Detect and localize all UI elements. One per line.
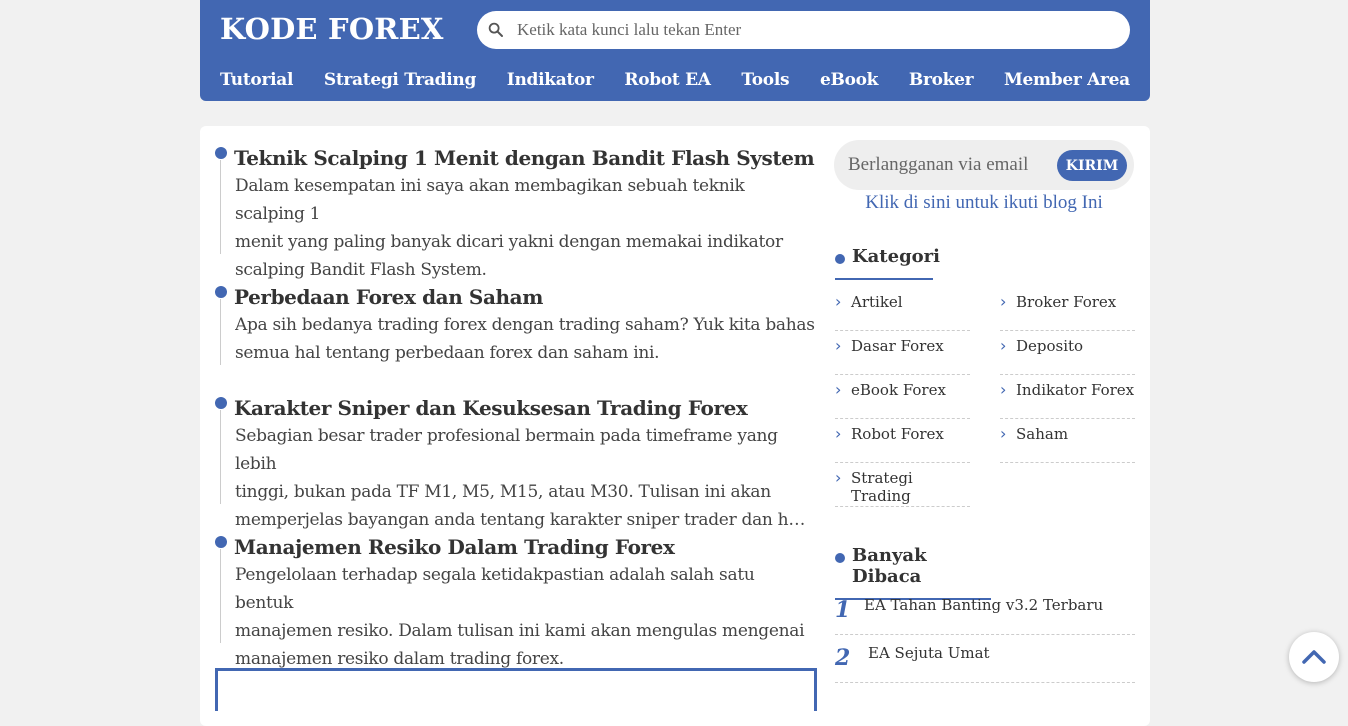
post-excerpt-line: scalping Bandit Flash System. <box>235 260 487 280</box>
post-item: Manajemen Resiko Dalam Trading Forex Pen… <box>215 533 816 669</box>
chevron-right-icon: › <box>835 336 842 355</box>
category-label: eBook Forex <box>851 381 946 399</box>
site-header: KODE FOREX Tutorial Strategi Trading Ind… <box>200 0 1150 101</box>
search-input[interactable] <box>517 11 1107 49</box>
category-item[interactable]: › Saham <box>1000 419 1135 463</box>
category-label: Broker Forex <box>1016 293 1117 311</box>
category-label: Indikator Forex <box>1016 381 1135 399</box>
post-timeline-line <box>220 410 221 504</box>
post-item: Karakter Sniper dan Kesuksesan Trading F… <box>215 394 816 530</box>
chevron-right-icon: › <box>1000 336 1007 355</box>
content-box <box>215 668 817 711</box>
chevron-right-icon: › <box>835 292 842 311</box>
chevron-right-icon: › <box>835 424 842 443</box>
nav-strategi-trading[interactable]: Strategi Trading <box>324 70 477 90</box>
subscribe-form: KIRIM <box>834 140 1134 190</box>
popular-title: EA Tahan Banting v3.2 Terbaru <box>864 596 1104 614</box>
post-title[interactable]: Teknik Scalping 1 Menit dengan Bandit Fl… <box>234 144 816 172</box>
category-label: Deposito <box>1016 337 1084 355</box>
post-bullet <box>215 397 227 409</box>
widget-title-text: Kategori <box>852 246 940 267</box>
category-item[interactable]: › eBook Forex <box>835 375 970 419</box>
nav-robot-ea[interactable]: Robot EA <box>624 70 711 90</box>
popular-title: EA Sejuta Umat <box>868 644 990 662</box>
nav-tutorial[interactable]: Tutorial <box>220 70 293 90</box>
widget-title-kategori: Kategori <box>835 246 940 280</box>
post-excerpt-line: Dalam kesempatan ini saya akan membagika… <box>235 176 745 224</box>
main-nav: Tutorial Strategi Trading Indikator Robo… <box>200 70 1150 90</box>
chevron-up-icon <box>1302 650 1326 664</box>
category-item[interactable]: › Artikel <box>835 287 970 331</box>
main-content: Teknik Scalping 1 Menit dengan Bandit Fl… <box>200 126 1150 726</box>
popular-post-item[interactable]: 1 EA Tahan Banting v3.2 Terbaru <box>835 587 1135 635</box>
category-item[interactable]: › Robot Forex <box>835 419 970 463</box>
post-excerpt-line: tinggi, bukan pada TF M1, M5, M15, atau … <box>235 482 771 502</box>
search-icon <box>488 22 503 37</box>
subscribe-button[interactable]: KIRIM <box>1057 150 1127 181</box>
nav-broker[interactable]: Broker <box>909 70 974 90</box>
popular-rank: 1 <box>835 597 851 623</box>
category-label: Saham <box>1016 425 1069 443</box>
post-excerpt-line: memperjelas bayangan anda tentang karakt… <box>235 510 815 530</box>
category-label: Dasar Forex <box>851 337 944 355</box>
category-label: Artikel <box>851 293 903 311</box>
post-excerpt-line: Pengelolaan terhadap segala ketidakpasti… <box>235 565 755 613</box>
chevron-right-icon: › <box>1000 424 1007 443</box>
post-excerpt-line: Sebagian besar trader profesional bermai… <box>235 426 778 474</box>
widget-bullet <box>835 553 845 563</box>
nav-member-area[interactable]: Member Area <box>1004 70 1130 90</box>
post-bullet <box>215 536 227 548</box>
widget-bullet <box>835 254 845 264</box>
post-excerpt-line: menit yang paling banyak dicari yakni de… <box>235 232 783 252</box>
widget-title-text: Banyak Dibaca <box>852 545 927 587</box>
post-timeline-line <box>220 299 221 365</box>
category-item[interactable]: › Deposito <box>1000 331 1135 375</box>
nav-tools[interactable]: Tools <box>741 70 789 90</box>
chevron-right-icon: › <box>1000 292 1007 311</box>
post-bullet <box>215 147 227 159</box>
category-item[interactable]: › Dasar Forex <box>835 331 970 375</box>
category-label: Strategi Trading <box>851 469 913 505</box>
category-item[interactable]: › Strategi Trading <box>835 463 970 507</box>
chevron-right-icon: › <box>1000 380 1007 399</box>
post-item: Teknik Scalping 1 Menit dengan Bandit Fl… <box>215 144 816 280</box>
post-item: Perbedaan Forex dan Saham Apa sih bedany… <box>215 283 816 365</box>
nav-ebook[interactable]: eBook <box>820 70 878 90</box>
post-title[interactable]: Perbedaan Forex dan Saham <box>234 283 816 311</box>
post-excerpt-line: manajemen resiko. Dalam tulisan ini kami… <box>235 621 805 641</box>
chevron-right-icon: › <box>835 468 842 487</box>
site-logo[interactable]: KODE FOREX <box>220 12 444 46</box>
post-timeline-line <box>220 549 221 643</box>
post-timeline-line <box>220 160 221 254</box>
category-item[interactable]: › Broker Forex <box>1000 287 1135 331</box>
category-item[interactable]: › Indikator Forex <box>1000 375 1135 419</box>
post-title[interactable]: Karakter Sniper dan Kesuksesan Trading F… <box>234 394 816 422</box>
nav-indikator[interactable]: Indikator <box>507 70 594 90</box>
popular-post-item[interactable]: 2 EA Sejuta Umat <box>835 635 1135 683</box>
popular-rank: 2 <box>835 645 851 671</box>
post-excerpt-line: Apa sih bedanya trading forex dengan tra… <box>235 315 815 335</box>
follow-blog-link[interactable]: Klik di sini untuk ikuti blog Ini <box>834 192 1134 214</box>
post-excerpt-line: semua hal tentang perbedaan forex dan sa… <box>235 343 660 363</box>
post-bullet <box>215 286 227 298</box>
post-title[interactable]: Manajemen Resiko Dalam Trading Forex <box>234 533 816 561</box>
chevron-right-icon: › <box>835 380 842 399</box>
category-label: Robot Forex <box>851 425 944 443</box>
email-field[interactable] <box>848 140 1048 190</box>
search-box[interactable] <box>477 11 1130 49</box>
back-to-top-button[interactable] <box>1289 632 1339 682</box>
